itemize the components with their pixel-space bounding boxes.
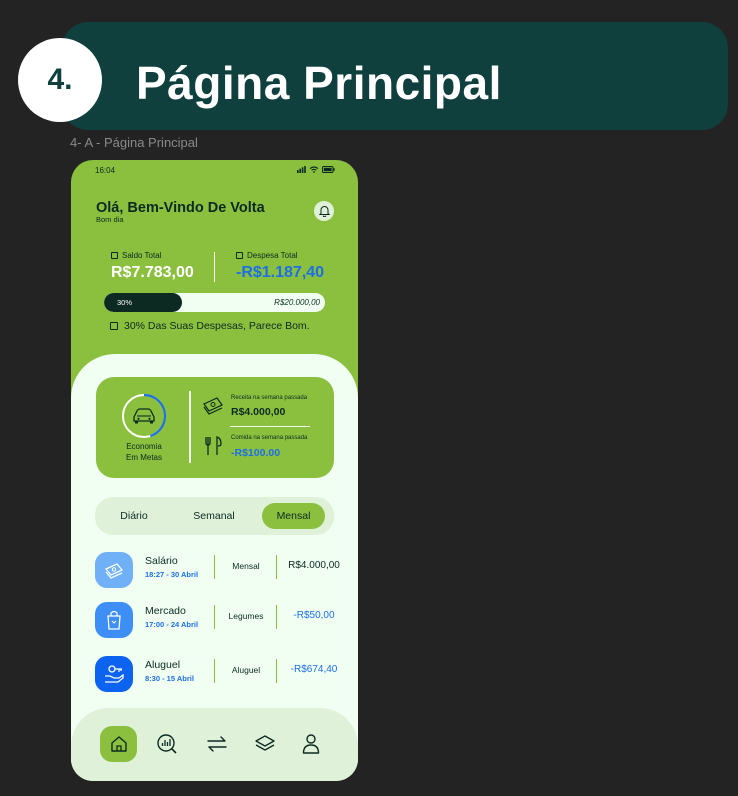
goal-label-line1: Economia — [126, 442, 162, 451]
frame-label: 4- A - Página Principal — [70, 135, 198, 150]
bell-icon — [318, 206, 330, 217]
notification-button[interactable] — [314, 201, 334, 221]
nav-transfer[interactable] — [198, 726, 235, 762]
transaction-time: 8:30 - 15 Abril — [145, 674, 194, 683]
battery-icon — [322, 166, 335, 173]
food-value: -R$100.00 — [231, 447, 281, 459]
arrow-down-box-icon — [236, 252, 243, 259]
transaction-row[interactable]: Mercado 17:00 - 24 Abril Legumes -R$50,0… — [95, 602, 345, 642]
home-icon — [110, 736, 127, 752]
expense-progress-bar: 30% R$20.000,00 — [104, 293, 325, 312]
income-caption: Receita na semana passada — [231, 395, 308, 401]
cutlery-icon — [205, 436, 222, 455]
total-expense-label: Despesa Total — [247, 251, 298, 260]
greeting-subtitle: Bom dia — [96, 215, 124, 224]
food-caption: Comida na semana passada — [231, 435, 308, 441]
money-icon — [104, 563, 124, 579]
key-hand-icon — [105, 665, 124, 683]
transaction-icon-bg — [95, 656, 133, 692]
transaction-title: Salário — [145, 555, 178, 567]
tab-weekly[interactable]: Semanal — [177, 503, 251, 529]
transaction-divider — [276, 659, 277, 683]
nav-categories[interactable] — [246, 726, 283, 762]
goal-card-divider-vertical — [189, 391, 191, 463]
nav-analysis[interactable] — [148, 726, 185, 762]
bottom-navbar — [71, 708, 358, 781]
transaction-icon-bg — [95, 552, 133, 588]
income-value: R$4.000,00 — [231, 406, 286, 418]
nav-home[interactable] — [100, 726, 137, 762]
step-number-badge: 4. — [18, 38, 102, 122]
car-icon — [133, 408, 155, 424]
transaction-amount: -R$674,40 — [290, 664, 338, 675]
goal-card-divider-horizontal — [230, 426, 310, 427]
transaction-row[interactable]: Aluguel 8:30 - 15 Abril Aluguel -R$674,4… — [95, 656, 345, 696]
tab-daily[interactable]: Diário — [101, 503, 167, 529]
progress-fill — [104, 293, 182, 312]
total-expense: Despesa Total -R$1.187,40 — [236, 251, 324, 282]
transaction-divider — [276, 605, 277, 629]
savings-goal-card[interactable]: Economia Em Metas Receita na semana pass… — [96, 377, 334, 478]
transaction-time: 17:00 - 24 Abril — [145, 620, 199, 629]
status-icons — [296, 166, 335, 175]
nav-profile[interactable] — [292, 726, 329, 762]
transaction-category: Aluguel — [231, 665, 261, 675]
total-balance-value: R$7.783,00 — [111, 264, 194, 281]
status-bar: 16:04 — [95, 165, 335, 179]
check-box-icon — [110, 322, 118, 330]
phone-screen: 16:04 Olá, Bem-Vindo De Volta Bom dia Sa… — [71, 160, 358, 781]
greeting-title: Olá, Bem-Vindo De Volta — [96, 200, 265, 216]
total-expense-label-row: Despesa Total — [236, 251, 324, 260]
goal-label-line2: Em Metas — [125, 453, 162, 462]
total-balance-label: Saldo Total — [122, 251, 162, 260]
transaction-category: Mensal — [232, 561, 260, 571]
transaction-amount: -R$50,00 — [293, 610, 335, 621]
transaction-title: Aluguel — [145, 659, 181, 671]
grocery-bag-icon — [107, 610, 121, 630]
transaction-divider — [276, 555, 277, 579]
progress-limit: R$20.000,00 — [274, 298, 320, 307]
money-stack-icon — [203, 397, 223, 415]
status-time: 16:04 — [95, 166, 116, 175]
period-tabs: Diário Semanal Mensal — [95, 497, 334, 535]
progress-note: 30% Das Suas Despesas, Parece Bom. — [110, 320, 310, 332]
total-balance-label-row: Saldo Total — [111, 251, 194, 260]
transaction-row[interactable]: Salário 18:27 - 30 Abril Mensal R$4.000,… — [95, 552, 345, 592]
total-expense-value: -R$1.187,40 — [236, 264, 325, 281]
layers-icon — [254, 735, 275, 751]
tab-monthly[interactable]: Mensal — [262, 503, 325, 529]
profile-icon — [302, 734, 319, 754]
transaction-category: Legumes — [228, 611, 264, 621]
transaction-amount: R$4.000,00 — [288, 560, 340, 571]
goal-label: Economia Em Metas — [108, 441, 180, 463]
transfer-icon — [206, 736, 227, 752]
wifi-icon — [309, 166, 319, 173]
transaction-icon-bg — [95, 602, 133, 638]
signal-icon — [296, 166, 306, 173]
arrow-up-box-icon — [111, 252, 118, 259]
banner-title: Página Principal — [136, 57, 502, 109]
progress-percent: 30% — [117, 298, 133, 307]
transaction-time: 18:27 - 30 Abril — [145, 570, 199, 579]
analysis-icon — [156, 734, 177, 754]
progress-note-text: 30% Das Suas Despesas, Parece Bom. — [124, 320, 310, 332]
transaction-title: Mercado — [145, 605, 186, 617]
balance-divider — [214, 252, 215, 282]
total-balance: Saldo Total R$7.783,00 — [111, 251, 194, 282]
